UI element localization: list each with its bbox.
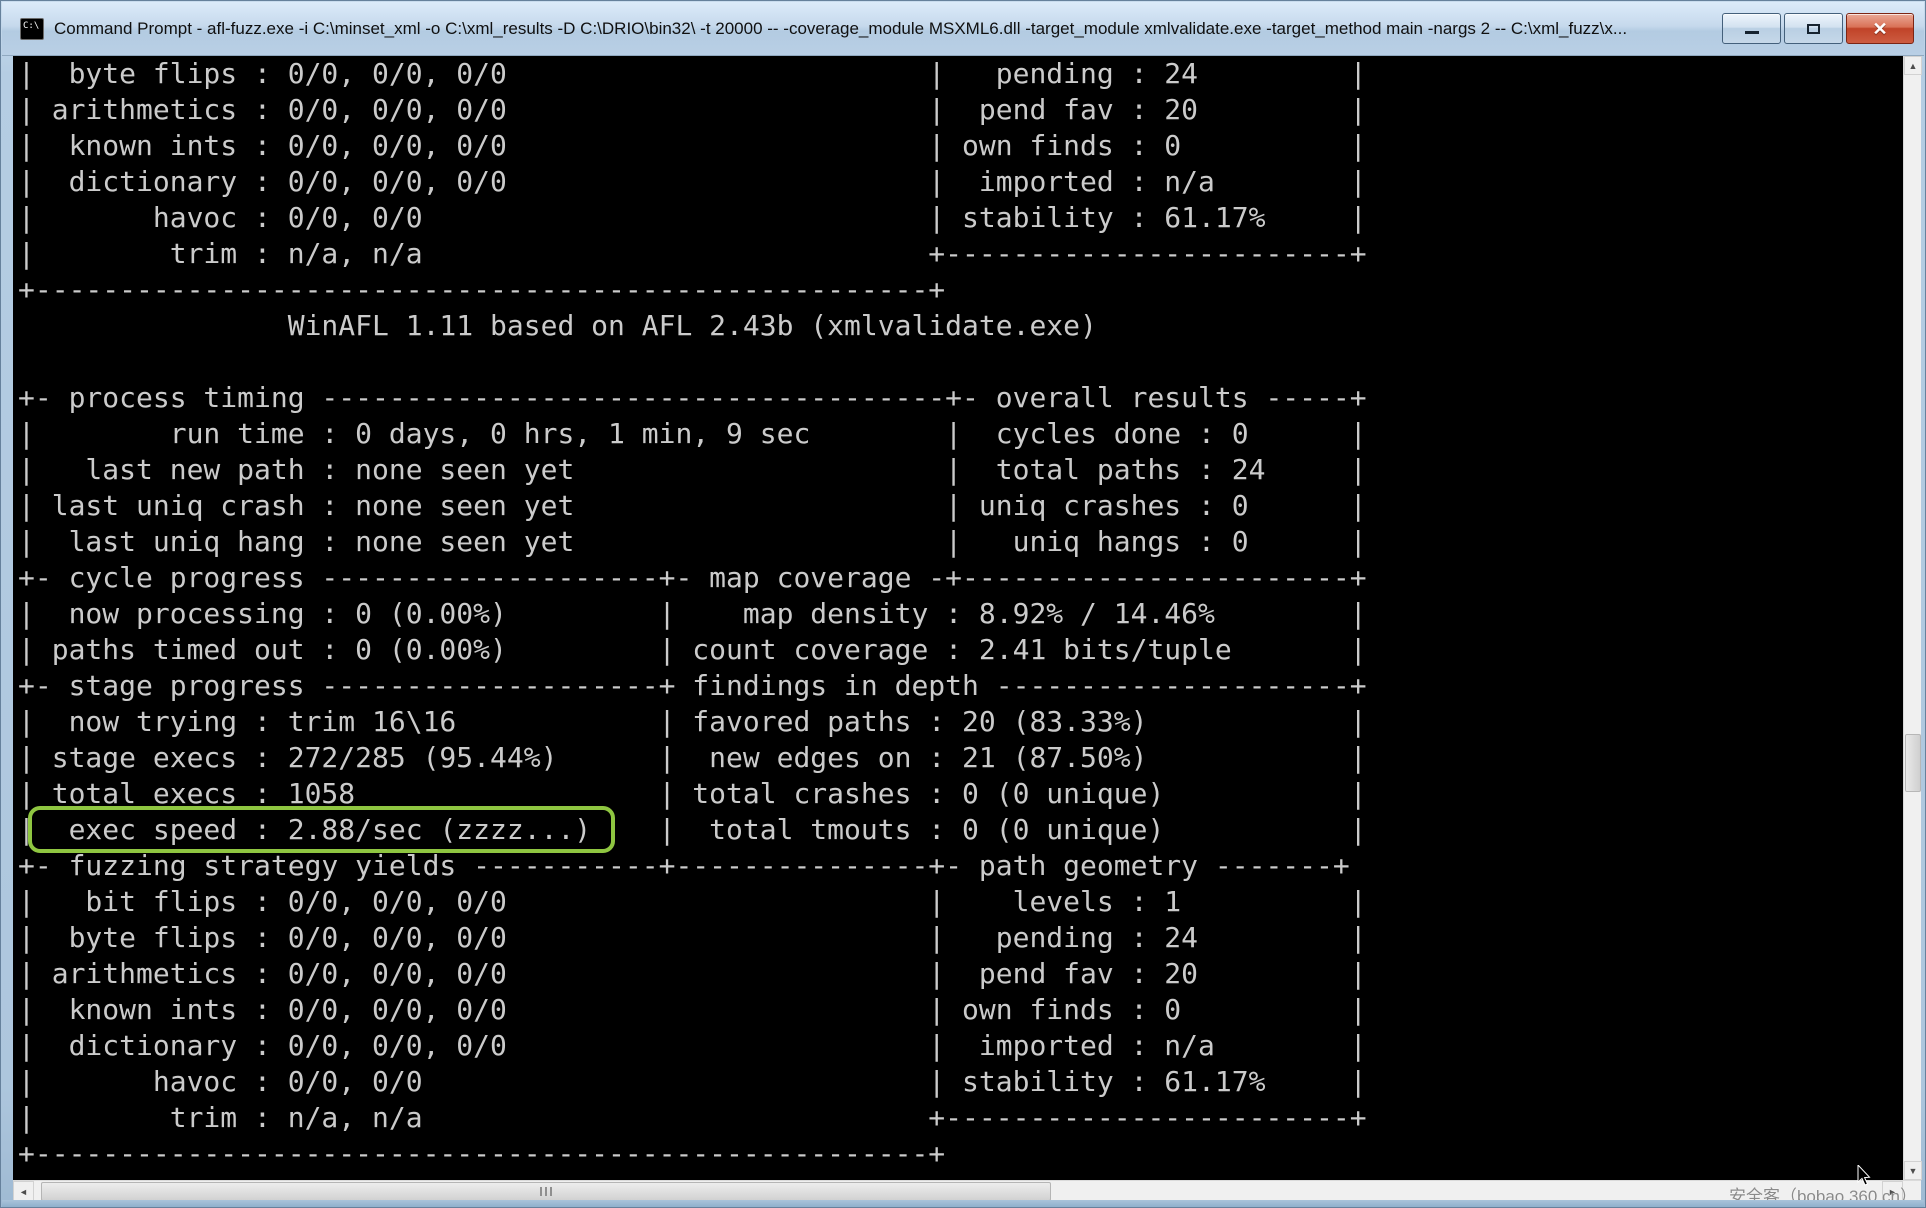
console-line: | run time : 0 days, 0 hrs, 1 min, 9 sec… (18, 416, 1903, 452)
scroll-up-icon: ▲ (1909, 61, 1918, 71)
horizontal-scroll-thumb[interactable] (41, 1182, 1051, 1201)
console-line: +- cycle progress --------------------+-… (18, 560, 1903, 596)
command-prompt-icon: C:\ (20, 18, 44, 40)
console-line: | stage execs : 272/285 (95.44%) | new e… (18, 740, 1903, 776)
horizontal-scrollbar[interactable]: ◄ ► (13, 1180, 1921, 1202)
console-line: | arithmetics : 0/0, 0/0, 0/0 | pend fav… (18, 92, 1903, 128)
vertical-scroll-thumb[interactable] (1905, 734, 1921, 792)
scroll-left-icon: ◄ (19, 1187, 28, 1197)
vertical-scrollbar[interactable]: ▲ ▼ (1903, 56, 1921, 1180)
console-line: +- process timing ----------------------… (18, 380, 1903, 416)
console-line: | arithmetics : 0/0, 0/0, 0/0 | pend fav… (18, 956, 1903, 992)
mouse-cursor-icon (1857, 1165, 1873, 1187)
console-line: | havoc : 0/0, 0/0 | stability : 61.17% … (18, 1064, 1903, 1100)
console-line (18, 344, 1903, 380)
console-line: WinAFL 1.11 based on AFL 2.43b (xmlvalid… (18, 308, 1903, 344)
exec-speed-highlight: exec speed : 2.88/sec (zzzz...) (35, 813, 608, 846)
console-line: +- stage progress --------------------+ … (18, 668, 1903, 704)
console-line: | dictionary : 0/0, 0/0, 0/0 | imported … (18, 1028, 1903, 1064)
console-line: | bit flips : 0/0, 0/0, 0/0 | levels : 1… (18, 884, 1903, 920)
window-title: Command Prompt - afl-fuzz.exe -i C:\mins… (54, 19, 1714, 39)
console-line: | trim : n/a, n/a +---------------------… (18, 236, 1903, 272)
window-frame: C:\ Command Prompt - afl-fuzz.exe -i C:\… (0, 0, 1926, 1208)
minimize-icon (1745, 31, 1759, 34)
scroll-down-icon: ▼ (1909, 1166, 1918, 1176)
maximize-icon (1807, 24, 1820, 34)
console-line: | last uniq crash : none seen yet | uniq… (18, 488, 1903, 524)
console-line: | byte flips : 0/0, 0/0, 0/0 | pending :… (18, 56, 1903, 92)
afl-status-screen: | byte flips : 0/0, 0/0, 0/0 | pending :… (13, 56, 1903, 1172)
close-button[interactable]: ✕ (1846, 13, 1914, 44)
thumb-grip-icon (540, 1187, 542, 1196)
console-line: | last uniq hang : none seen yet | uniq … (18, 524, 1903, 560)
console-line: | now processing : 0 (0.00%) | map densi… (18, 596, 1903, 632)
title-bar[interactable]: C:\ Command Prompt - afl-fuzz.exe -i C:\… (2, 2, 1924, 56)
console-line: | known ints : 0/0, 0/0, 0/0 | own finds… (18, 992, 1903, 1028)
window-bottom-border (2, 1200, 1924, 1207)
console-line: +---------------------------------------… (18, 1136, 1903, 1172)
scroll-down-button[interactable]: ▼ (1904, 1161, 1922, 1180)
close-icon: ✕ (1872, 20, 1887, 38)
console-line: | dictionary : 0/0, 0/0, 0/0 | imported … (18, 164, 1903, 200)
scroll-up-button[interactable]: ▲ (1904, 56, 1922, 75)
console-line: +- fuzzing strategy yields -----------+-… (18, 848, 1903, 884)
console-line: | paths timed out : 0 (0.00%) | count co… (18, 632, 1903, 668)
scroll-left-button[interactable]: ◄ (13, 1181, 34, 1202)
console-line: | total execs : 1058 | total crashes : 0… (18, 776, 1903, 812)
console-line: | known ints : 0/0, 0/0, 0/0 | own finds… (18, 128, 1903, 164)
console-output: | byte flips : 0/0, 0/0, 0/0 | pending :… (13, 56, 1903, 1180)
console-line: | byte flips : 0/0, 0/0, 0/0 | pending :… (18, 920, 1903, 956)
minimize-button[interactable] (1722, 13, 1781, 44)
console-line: | trim : n/a, n/a +---------------------… (18, 1100, 1903, 1136)
console-line: | last new path : none seen yet | total … (18, 452, 1903, 488)
console-line: +---------------------------------------… (18, 272, 1903, 308)
console-line: | exec speed : 2.88/sec (zzzz...) | tota… (18, 812, 1903, 848)
console-line: | now trying : trim 16\16 | favored path… (18, 704, 1903, 740)
maximize-button[interactable] (1784, 13, 1843, 44)
console-line: | havoc : 0/0, 0/0 | stability : 61.17% … (18, 200, 1903, 236)
window-controls: ✕ (1722, 13, 1914, 44)
